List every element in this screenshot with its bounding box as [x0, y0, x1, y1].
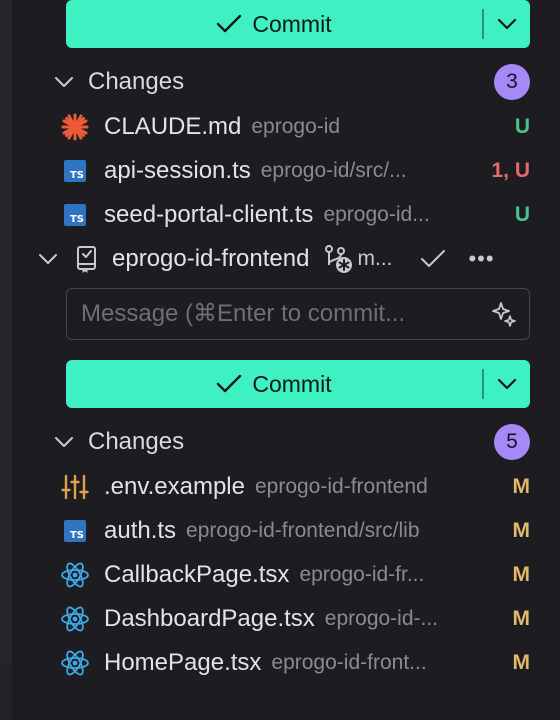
check-icon — [217, 374, 242, 393]
commit-divider — [482, 9, 484, 39]
commit-message-box — [66, 288, 530, 340]
file-row-dashboard-page[interactable]: DashboardPage.tsx eprogo-id-... M — [60, 599, 530, 639]
react-icon — [60, 560, 90, 590]
file-name: auth.ts — [104, 517, 177, 544]
file-status: M — [512, 607, 531, 630]
file-name: CLAUDE.md — [104, 113, 242, 140]
git-branch-icon — [325, 245, 353, 273]
commit-button-top[interactable]: Commit — [66, 0, 482, 48]
typescript-icon: TS — [60, 516, 90, 546]
chevron-down-icon — [497, 18, 517, 30]
branch-indicator[interactable]: m... — [323, 243, 392, 275]
file-name: .env.example — [104, 473, 245, 500]
file-name: DashboardPage.tsx — [104, 605, 315, 632]
source-control-panel: Commit Changes 3 CLAUDE.md eprogo-id U T… — [12, 0, 560, 720]
changes-count-badge: 5 — [494, 424, 530, 460]
file-status: U — [514, 115, 530, 138]
commit-divider — [482, 369, 484, 399]
file-row-auth-ts[interactable]: TS auth.ts eprogo-id-frontend/src/lib M — [60, 511, 530, 551]
commit-label: Commit — [252, 10, 332, 37]
file-name: HomePage.tsx — [104, 649, 262, 676]
react-icon — [60, 604, 90, 634]
repo-name: eprogo-id-frontend — [112, 245, 310, 272]
file-status: M — [512, 651, 531, 674]
typescript-icon: TS — [60, 156, 90, 186]
file-status: U — [514, 203, 530, 226]
commit-button-group-top: Commit — [66, 0, 530, 48]
file-path: eprogo-id/src/... — [260, 159, 407, 182]
file-name: CallbackPage.tsx — [104, 561, 290, 588]
claude-asterisk-icon — [60, 112, 90, 142]
file-status: M — [512, 563, 531, 586]
react-icon — [60, 648, 90, 678]
file-row-callback-page[interactable]: CallbackPage.tsx eprogo-id-fr... M — [60, 555, 530, 595]
repository-row[interactable]: eprogo-id-frontend m... ••• — [38, 238, 530, 280]
settings-sliders-icon — [60, 472, 90, 502]
file-row-claude-md[interactable]: CLAUDE.md eprogo-id U — [60, 107, 530, 147]
file-row-seed-portal-client[interactable]: TS seed-portal-client.ts eprogo-id... U — [60, 195, 530, 235]
changes-title: Changes — [88, 68, 185, 95]
file-name: seed-portal-client.ts — [104, 201, 314, 228]
check-icon — [217, 14, 242, 33]
activity-bar-notch — [0, 664, 12, 720]
file-path: eprogo-id-... — [324, 607, 439, 630]
chevron-down-icon — [54, 76, 78, 88]
activity-bar-edge — [0, 0, 12, 720]
sparkle-icon[interactable] — [479, 300, 529, 328]
file-status: M — [512, 519, 531, 542]
branch-name: m... — [357, 247, 393, 270]
chevron-down-icon — [38, 253, 62, 265]
file-path: eprogo-id-fr... — [299, 563, 425, 586]
commit-label: Commit — [252, 370, 332, 397]
file-row-home-page[interactable]: HomePage.tsx eprogo-id-front... M — [60, 643, 530, 683]
file-path: eprogo-id... — [323, 203, 430, 226]
repo-icon — [76, 245, 102, 273]
typescript-icon: TS — [60, 200, 90, 230]
changes-header-1[interactable]: Changes 3 — [54, 64, 530, 100]
file-path: eprogo-id-frontend — [254, 475, 428, 498]
changes-header-2[interactable]: Changes 5 — [54, 424, 530, 460]
commit-dropdown-bottom[interactable] — [484, 360, 530, 408]
file-row-env-example[interactable]: .env.example eprogo-id-frontend M — [60, 467, 530, 507]
more-actions-icon[interactable]: ••• — [468, 246, 494, 272]
file-status: M — [512, 475, 531, 498]
file-path: eprogo-id — [251, 115, 341, 138]
chevron-down-icon — [497, 378, 517, 390]
file-status: 1, U — [491, 159, 530, 182]
changes-count-badge: 3 — [494, 64, 530, 100]
file-row-api-session[interactable]: TS api-session.ts eprogo-id/src/... 1, U — [60, 151, 530, 191]
file-path: eprogo-id-frontend/src/lib — [186, 519, 420, 542]
commit-dropdown-top[interactable] — [484, 0, 530, 48]
file-name: api-session.ts — [104, 157, 251, 184]
commit-message-input[interactable] — [67, 299, 479, 329]
chevron-down-icon — [54, 436, 78, 448]
commit-button-bottom[interactable]: Commit — [66, 360, 482, 408]
commit-button-group-bottom: Commit — [66, 360, 530, 408]
changes-title: Changes — [88, 428, 185, 455]
commit-check-icon[interactable] — [420, 249, 446, 269]
file-path: eprogo-id-front... — [271, 651, 427, 674]
